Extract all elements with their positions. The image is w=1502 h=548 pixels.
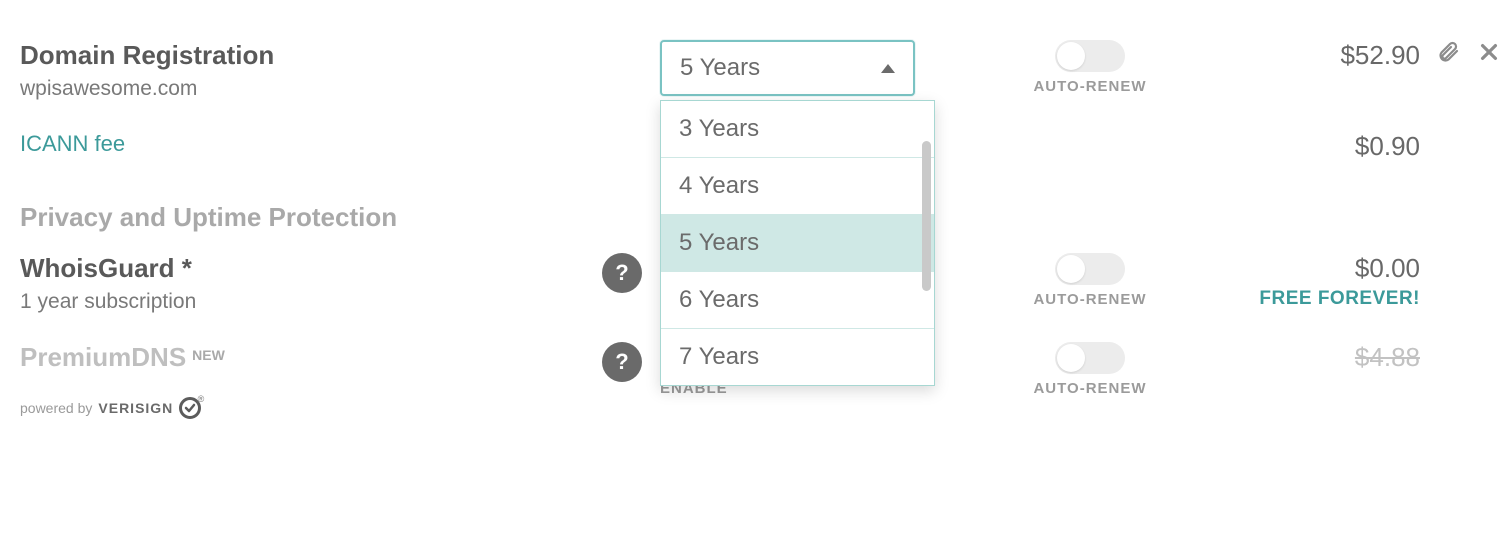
domain-price-col: $52.90 [1200,40,1420,71]
powered-by-brand: VERISIGN [98,400,173,416]
registered-mark: ® [198,394,205,404]
close-icon[interactable] [1478,41,1500,68]
domain-autorenew-wrap: AUTO-RENEW [980,40,1200,95]
whoisguard-title: WhoisGuard * [20,253,196,284]
domain-autorenew-label: AUTO-RENEW [1033,78,1146,95]
premiumdns-autorenew-label: AUTO-RENEW [1033,380,1146,397]
icann-price-col: $0.90 [1200,131,1420,162]
duration-selected-value: 5 Years [680,54,760,82]
duration-dropdown-selected[interactable]: 5 Years [662,42,913,94]
whoisguard-help-icon[interactable]: ? [602,253,642,293]
domain-row-actions [1420,40,1500,69]
whoisguard-price-col: $0.00 FREE FOREVER! [1200,253,1420,310]
duration-option[interactable]: 4 Years [661,158,934,215]
premiumdns-new-badge: NEW [192,347,225,363]
whoisguard-autorenew-label: AUTO-RENEW [1033,291,1146,308]
premiumdns-help-icon[interactable]: ? [602,342,642,382]
domain-autorenew-toggle[interactable] [1055,40,1125,72]
duration-option[interactable]: 7 Years [661,329,934,385]
domain-price: $52.90 [1340,40,1420,71]
premiumdns-title: PremiumDNS [20,342,186,372]
whoisguard-autorenew-wrap: AUTO-RENEW [980,253,1200,308]
premiumdns-autorenew-toggle[interactable] [1055,342,1125,374]
duration-dropdown[interactable]: 5 Years [660,40,915,96]
caret-up-icon [881,64,895,73]
duration-option[interactable]: 5 Years [661,215,934,272]
powered-by-prefix: powered by [20,400,92,416]
domain-registration-title: Domain Registration [20,40,660,71]
whoisguard-autorenew-toggle[interactable] [1055,253,1125,285]
domain-registration-label-col: Domain Registration wpisawesome.com [20,40,660,101]
duration-dropdown-list: 3 Years 4 Years 5 Years 6 Years 7 Years [660,100,935,386]
icann-price: $0.90 [1355,131,1420,162]
icann-label-col: ICANN fee [20,131,660,157]
domain-name: wpisawesome.com [20,77,660,101]
premiumdns-autorenew-wrap: AUTO-RENEW [980,342,1200,397]
whoisguard-free-badge: FREE FOREVER! [1259,288,1420,310]
premiumdns-title-wrap: PremiumDNS NEW [20,342,225,373]
verisign-icon: ® [179,397,201,419]
premiumdns-powered-by: powered by VERISIGN ® [20,397,225,419]
premiumdns-label-col: PremiumDNS NEW powered by VERISIGN ® [20,342,225,419]
whoisguard-price: $0.00 [1355,253,1420,284]
whoisguard-label-col: WhoisGuard * 1 year subscription [20,253,196,314]
domain-registration-row: Domain Registration wpisawesome.com 5 Ye… [20,40,1482,101]
premiumdns-price: $4.88 [1355,342,1420,373]
icann-label: ICANN fee [20,131,660,157]
duration-dropdown-container: 5 Years 3 Years 4 Years 5 Years 6 Years … [660,40,980,96]
duration-option[interactable]: 3 Years [661,101,934,158]
premiumdns-price-col: $4.88 [1200,342,1420,373]
paperclip-icon[interactable] [1436,40,1460,69]
whoisguard-subtitle: 1 year subscription [20,290,196,314]
duration-option[interactable]: 6 Years [661,272,934,329]
